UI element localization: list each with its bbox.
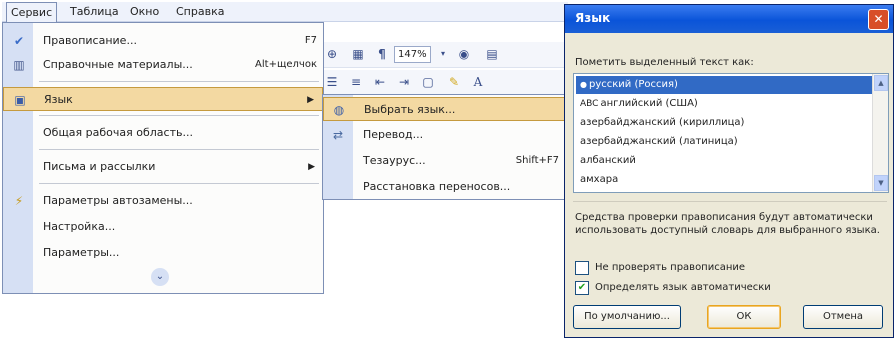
menu-item-label: Настройка...	[43, 220, 116, 233]
menu-item-shortcut: F7	[304, 35, 317, 46]
list-item-label: амхара	[580, 174, 619, 185]
border-icon[interactable]: ▢	[418, 72, 438, 94]
insert-hyperlink-icon[interactable]: ⊕	[322, 44, 342, 66]
menu-bar: Сервис Таблица Окно Справка	[2, 2, 568, 23]
menu-item-shortcut: Alt+щелчок	[255, 59, 317, 70]
menu-separator	[39, 183, 319, 184]
menu-item-label: Параметры автозамены...	[43, 194, 193, 207]
spellcheck-icon: ●	[580, 80, 587, 89]
menu-item-label: Выбрать язык...	[364, 103, 456, 116]
submenu-item-hyphenation[interactable]: Расстановка переносов...	[323, 175, 569, 199]
menu-separator	[39, 81, 319, 82]
language-dialog: Язык ✕ Пометить выделенный текст как: ● р…	[564, 4, 894, 338]
menu-item-mailings[interactable]: Письма и рассылки ▶	[3, 155, 323, 179]
menu-item-label: Перевод...	[363, 128, 424, 141]
ok-button[interactable]: ОК	[707, 305, 781, 329]
translate-icon: ⇄	[332, 128, 344, 142]
list-item-label: азербайджанский (латиница)	[580, 136, 738, 147]
highlight-color-icon[interactable]: ✎	[444, 72, 464, 94]
menu-item-label: Справочные материалы...	[43, 58, 193, 71]
list-item[interactable]: ● русский (Россия)	[576, 76, 872, 94]
list-item[interactable]: азербайджанский (кириллица)	[576, 114, 872, 132]
detect-language-checkbox[interactable]: ✔	[575, 281, 589, 295]
font-color-icon[interactable]: A	[468, 72, 488, 94]
zoom-box[interactable]: 147%	[394, 46, 431, 63]
table-icon[interactable]: ▦	[348, 44, 368, 66]
scroll-down-icon[interactable]: ▼	[874, 175, 888, 191]
double-chevron-down-icon[interactable]: ⌄	[151, 268, 169, 286]
servis-dropdown-menu: ✔ Правописание... F7 ▥ Справочные матери…	[2, 22, 324, 294]
menu-item-label: Язык	[44, 93, 73, 106]
submenu-item-thesaurus[interactable]: Тезаурус... Shift+F7	[323, 149, 569, 173]
info-text: Средства проверки правописания будут авт…	[575, 212, 880, 236]
menu-item-research[interactable]: ▥ Справочные материалы... Alt+щелчок	[3, 53, 323, 77]
default-button[interactable]: По умолчанию...	[573, 305, 681, 329]
menu-item-label: Правописание...	[43, 34, 137, 47]
list-item-label: азербайджанский (кириллица)	[580, 117, 745, 128]
book-icon: ▥	[13, 58, 25, 72]
menu-item-shared-workspace[interactable]: Общая рабочая область...	[3, 121, 323, 145]
spelling-icon: ✔	[13, 34, 25, 48]
menu-item-autocorrect[interactable]: ⚡ Параметры автозамены...	[3, 189, 323, 213]
menu-item-customize[interactable]: Настройка...	[3, 215, 323, 239]
menu-table[interactable]: Таблица	[66, 4, 123, 20]
show-formatting-button[interactable]: ¶	[374, 44, 390, 66]
list-scrollbar[interactable]: ▲ ▼	[872, 74, 888, 192]
menu-servis[interactable]: Сервис	[6, 2, 58, 23]
help-icon[interactable]: ◉	[454, 44, 474, 66]
dialog-title-bar[interactable]: Язык ✕	[565, 5, 893, 33]
increase-indent-icon[interactable]: ⇥	[394, 72, 414, 94]
list-item[interactable]: азербайджанский (латиница)	[576, 133, 872, 151]
menu-window[interactable]: Окно	[126, 4, 163, 20]
zoom-dropdown-icon[interactable]: ▾	[436, 44, 450, 66]
no-spellcheck-label[interactable]: Не проверять правописание	[595, 262, 745, 273]
menu-separator	[39, 115, 319, 116]
menu-item-options[interactable]: Параметры...	[3, 241, 323, 265]
numbered-list-icon[interactable]: ☰	[322, 72, 342, 94]
menu-item-label: Письма и рассылки	[43, 160, 156, 173]
menu-help[interactable]: Справка	[172, 4, 228, 20]
cancel-button[interactable]: Отмена	[803, 305, 883, 329]
menu-item-spelling[interactable]: ✔ Правописание... F7	[3, 29, 323, 53]
dialog-title: Язык	[575, 11, 611, 25]
detect-language-label[interactable]: Определять язык автоматически	[595, 282, 771, 293]
globe-icon: ◍	[333, 103, 345, 117]
spellcheck-abc-icon: ABC	[580, 99, 599, 109]
decrease-indent-icon[interactable]: ⇤	[370, 72, 390, 94]
menu-item-label: Общая рабочая область...	[43, 126, 193, 139]
submenu-item-translate[interactable]: ⇄ Перевод...	[323, 123, 569, 147]
submenu-arrow-icon: ▶	[307, 95, 314, 105]
menu-separator	[39, 149, 319, 150]
no-spellcheck-checkbox[interactable]	[575, 261, 589, 275]
list-item-label: албанский	[580, 155, 636, 166]
language-submenu: ◍ Выбрать язык... ⇄ Перевод... Тезаурус.…	[322, 94, 570, 200]
dialog-separator	[573, 201, 887, 202]
formatting-toolbar: ☰ ≡ ⇤ ⇥ ▢ ✎ A	[318, 70, 568, 96]
list-item[interactable]: амхара	[576, 171, 872, 189]
mark-as-label: Пометить выделенный текст как:	[575, 57, 754, 68]
language-icon: ▣	[14, 93, 26, 107]
autocorrect-icon: ⚡	[14, 194, 24, 208]
scroll-up-icon[interactable]: ▲	[874, 75, 888, 91]
menu-item-label: Расстановка переносов...	[363, 180, 511, 193]
read-mode-icon[interactable]: ▤	[482, 44, 502, 66]
menu-item-shortcut: Shift+F7	[515, 155, 559, 166]
language-list[interactable]: ● русский (Россия) ABC английский (США) аз…	[573, 73, 889, 193]
list-item-label: английский (США)	[600, 98, 698, 109]
list-item[interactable]: албанский	[576, 152, 872, 170]
menu-item-language[interactable]: ▣ Язык ▶	[3, 87, 323, 111]
close-icon[interactable]: ✕	[868, 9, 889, 30]
bulleted-list-icon[interactable]: ≡	[346, 72, 366, 94]
menu-item-label: Тезаурус...	[363, 154, 426, 167]
list-item[interactable]: ABC английский (США)	[576, 95, 872, 113]
submenu-item-select-language[interactable]: ◍ Выбрать язык...	[323, 97, 569, 121]
submenu-arrow-icon: ▶	[308, 162, 315, 172]
standard-toolbar: ⊕ ▦ ¶ 147% ▾ ◉ ▤	[318, 42, 568, 68]
checkmark-icon: ✔	[577, 282, 587, 293]
menu-item-label: Параметры...	[43, 246, 120, 259]
list-item-label: русский (Россия)	[588, 79, 678, 90]
